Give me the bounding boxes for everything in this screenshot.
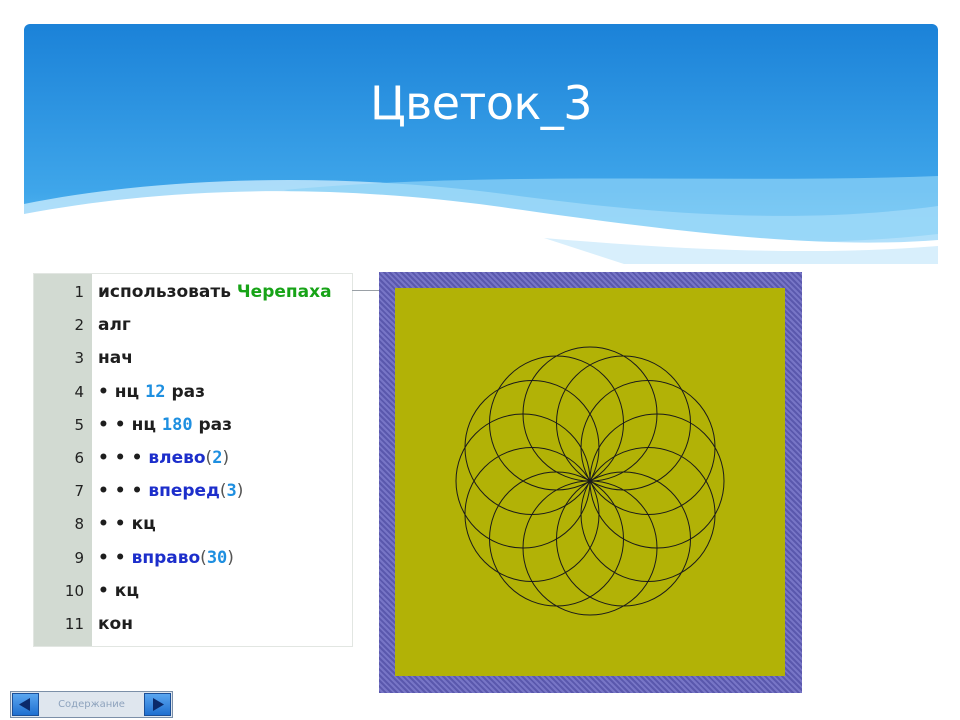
code-token: раз — [165, 381, 205, 402]
line-number: 8 — [74, 515, 84, 534]
header-wave-background — [24, 24, 938, 264]
line-number: 9 — [74, 548, 84, 567]
code-text: • • кц — [98, 508, 156, 541]
code-editor: 1 использовать Черепаха 2 алг 3 нач 4 • нц 12 р… — [34, 274, 352, 646]
line-number: 10 — [64, 581, 84, 600]
indent-dots: • — [98, 580, 115, 601]
code-token: ( — [200, 547, 207, 568]
arrow-right-icon — [153, 698, 164, 711]
code-token: использовать — [98, 282, 237, 302]
code-token: 180 — [161, 414, 193, 435]
code-text: • • вправо(30) — [98, 542, 234, 575]
indent-dots: • • — [98, 514, 132, 535]
divider — [352, 290, 380, 291]
line-number: 5 — [74, 415, 84, 434]
code-token: алг — [98, 315, 131, 336]
code-text: • • • влево(2) — [98, 442, 229, 475]
code-token: 3 — [226, 481, 237, 502]
code-line: 7 • • • вперед(3) — [34, 475, 352, 508]
contents-link[interactable]: Содержание — [41, 692, 142, 717]
code-token: 2 — [212, 448, 223, 468]
code-text: • кц — [98, 575, 139, 608]
code-token: ) — [227, 547, 234, 568]
line-number: 6 — [74, 449, 84, 467]
code-line: 8 • • кц — [34, 508, 352, 541]
line-number: 2 — [74, 316, 84, 335]
indent-dots: • • — [98, 547, 132, 568]
indent-dots: • • — [98, 414, 132, 435]
prev-slide-button[interactable] — [12, 693, 39, 716]
code-token: нач — [98, 348, 133, 369]
code-text: • • • вперед(3) — [98, 475, 243, 508]
code-line: 10 • кц — [34, 575, 352, 608]
code-text: • • нц 180 раз — [98, 409, 232, 442]
code-text: использовать Черепаха — [98, 276, 332, 309]
code-text: кон — [98, 608, 133, 641]
navigation-bar: Содержание — [10, 691, 173, 718]
code-token: 30 — [206, 547, 228, 568]
code-line: 11 кон — [34, 608, 352, 641]
code-token: раз — [192, 414, 232, 435]
line-number: 1 — [74, 283, 84, 301]
code-text: • нц 12 раз — [98, 376, 205, 409]
code-token: вправо — [131, 547, 201, 568]
code-line: 9 • • вправо(30) — [34, 542, 352, 575]
slide-title: Цветок_3 — [369, 76, 593, 130]
flower-drawing — [395, 288, 785, 676]
code-line: 5 • • нц 180 раз — [34, 409, 352, 442]
code-token: кц — [131, 514, 156, 535]
code-line: 4 • нц 12 раз — [34, 376, 352, 409]
code-text: алг — [98, 309, 131, 342]
next-slide-button[interactable] — [144, 693, 171, 716]
code-token: ) — [236, 481, 244, 502]
line-number: 4 — [74, 382, 84, 401]
code-token: влево — [148, 448, 206, 468]
code-token: кон — [98, 614, 133, 634]
code-token: ) — [222, 448, 230, 468]
code-token: вперед — [148, 481, 220, 502]
code-line: 3 нач — [34, 342, 352, 375]
code-token: Черепаха — [236, 282, 332, 302]
code-token: нц — [131, 414, 162, 435]
code-line: 2 алг — [34, 309, 352, 342]
code-line: 1 использовать Черепаха — [34, 276, 352, 309]
code-token: кц — [114, 580, 139, 601]
indent-dots: • • • — [98, 448, 149, 468]
indent-dots: • — [98, 381, 115, 402]
line-number: 7 — [74, 482, 84, 501]
code-text: нач — [98, 342, 133, 375]
line-number: 3 — [74, 349, 84, 368]
indent-dots: • • • — [98, 481, 149, 502]
code-token: нц — [114, 381, 146, 402]
line-number: 11 — [64, 615, 84, 633]
turtle-canvas — [379, 272, 802, 693]
code-token: 12 — [145, 381, 166, 402]
slide-header: Цветок_3 — [24, 24, 938, 264]
code-line: 6 • • • влево(2) — [34, 442, 352, 475]
arrow-left-icon — [19, 698, 30, 711]
